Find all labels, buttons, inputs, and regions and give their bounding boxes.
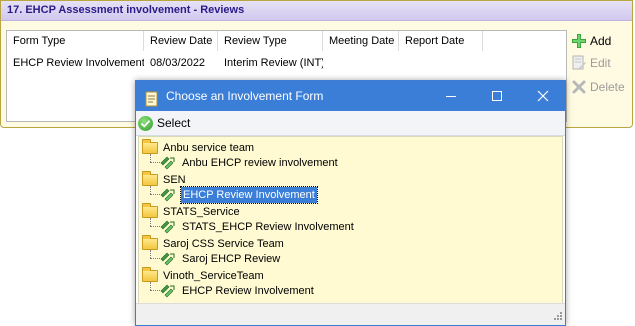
resize-grip-icon[interactable] (551, 311, 563, 323)
cell-form-type: EHCP Review Involvement (13, 57, 144, 69)
dialog-toolbar: Select (136, 111, 565, 136)
group-label: SEN (163, 174, 186, 186)
column-header-review-date[interactable]: Review Date (144, 31, 218, 51)
cell-review-type: Interim Review (INT) (224, 57, 323, 69)
tree-group-sen[interactable]: SEN (142, 171, 187, 188)
tree-group-saroj[interactable]: Saroj CSS Service Team (142, 235, 285, 252)
close-button[interactable] (520, 81, 566, 111)
tree-item-anbu-ehcp-review[interactable]: Anbu EHCP review involvement (160, 155, 339, 171)
tree-item-sen-ehcp-review[interactable]: EHCP Review Involvement (160, 186, 318, 204)
minimize-button[interactable] (428, 81, 474, 111)
folder-icon (142, 267, 158, 282)
delete-button[interactable]: Delete (571, 77, 625, 97)
form-document-icon (144, 88, 160, 107)
edit-document-icon (571, 55, 587, 71)
item-label: Anbu EHCP review involvement (182, 157, 338, 169)
cell-review-date: 08/03/2022 (150, 57, 206, 69)
edit-button[interactable]: Edit (571, 53, 611, 73)
select-label: Select (157, 116, 191, 130)
add-label: Add (590, 34, 612, 48)
folder-icon (142, 203, 158, 218)
add-button[interactable]: Add (571, 31, 611, 51)
delete-x-icon (571, 79, 587, 95)
cell-meeting-date (323, 53, 399, 73)
choose-form-dialog: Choose an Involvement Form Select Anbu s… (135, 80, 566, 326)
form-link-icon (160, 156, 176, 170)
group-label: Anbu service team (163, 142, 255, 154)
tree-item-vinoth-ehcp-review[interactable]: EHCP Review Involvement (160, 283, 315, 299)
tree-group-anbu[interactable]: Anbu service team (142, 139, 255, 156)
item-label: Saroj EHCP Review (182, 253, 281, 265)
delete-label: Delete (590, 80, 625, 94)
group-label: Vinoth_ServiceTeam (163, 270, 264, 282)
tree-group-stats[interactable]: STATS_Service (142, 203, 241, 220)
column-header-report-date[interactable]: Report Date (399, 31, 483, 51)
form-link-icon (160, 220, 176, 234)
folder-icon (142, 235, 158, 250)
panel-title: 17. EHCP Assessment involvement - Review… (1, 1, 632, 21)
dialog-titlebar[interactable]: Choose an Involvement Form (136, 81, 565, 111)
maximize-icon (492, 91, 502, 101)
item-label: EHCP Review Involvement (182, 285, 314, 297)
form-link-icon (160, 252, 176, 266)
select-button[interactable]: Select (138, 114, 190, 132)
group-label: Saroj CSS Service Team (163, 238, 284, 250)
item-label-selected: EHCP Review Involvement (180, 186, 318, 204)
maximize-button[interactable] (474, 81, 520, 111)
form-tree: Anbu service team Anbu EHCP review invol… (138, 136, 563, 304)
folder-icon (142, 171, 158, 186)
column-header-meeting-date[interactable]: Meeting Date (323, 31, 399, 51)
column-header-review-type[interactable]: Review Type (218, 31, 323, 51)
plus-icon (571, 33, 587, 49)
group-label: STATS_Service (163, 206, 240, 218)
dialog-title: Choose an Involvement Form (166, 89, 324, 103)
item-label: STATS_EHCP Review Involvement (182, 221, 354, 233)
check-icon (138, 115, 153, 131)
cell-report-date (399, 53, 483, 73)
status-bar (136, 303, 565, 325)
form-link-icon (160, 188, 176, 202)
column-header-form-type[interactable]: Form Type (7, 31, 144, 51)
tree-group-vinoth[interactable]: Vinoth_ServiceTeam (142, 267, 265, 284)
tree-item-stats-ehcp-review[interactable]: STATS_EHCP Review Involvement (160, 219, 355, 235)
edit-label: Edit (590, 56, 611, 70)
form-link-icon (160, 284, 176, 298)
close-icon (537, 90, 549, 102)
folder-icon (142, 139, 158, 154)
tree-item-saroj-ehcp-review[interactable]: Saroj EHCP Review (160, 251, 281, 267)
minimize-icon (446, 96, 456, 97)
